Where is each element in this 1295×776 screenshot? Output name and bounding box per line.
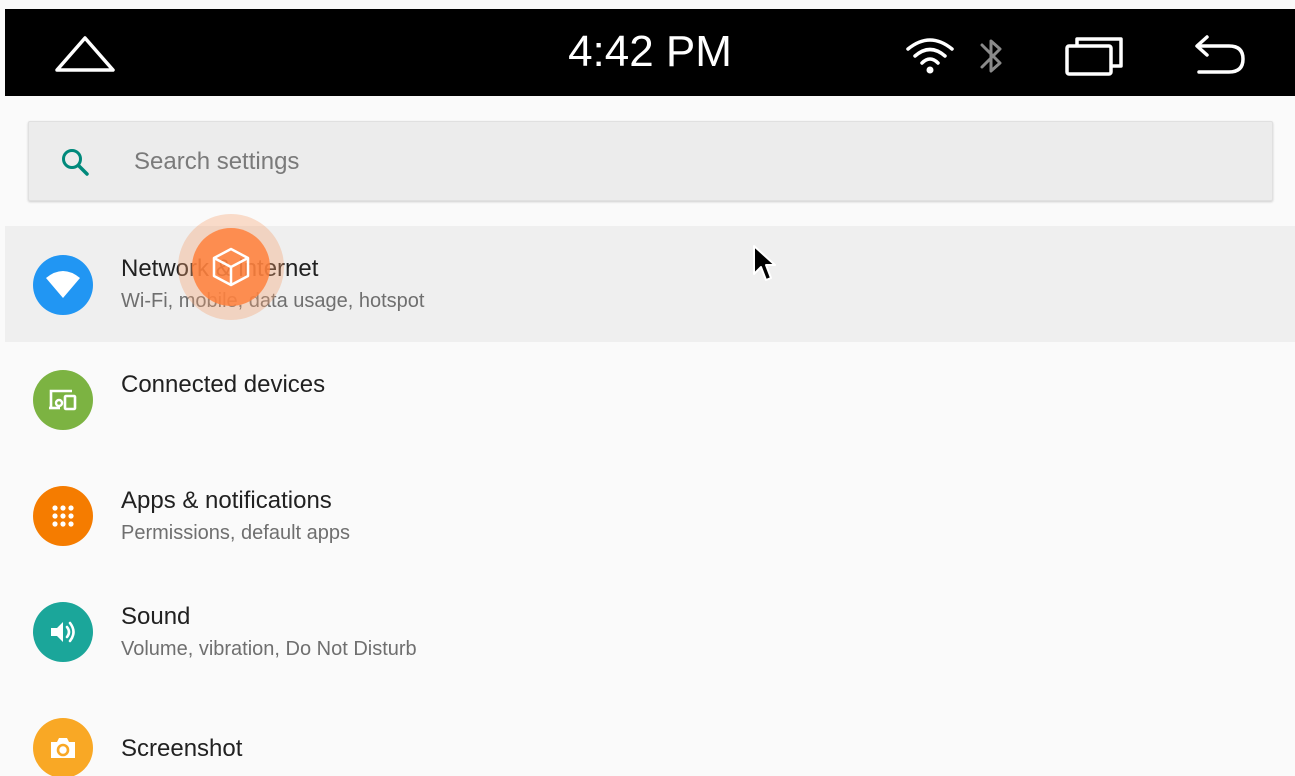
mouse-cursor-icon [753,245,776,281]
network-icon-badge [33,255,93,315]
wifi-status [900,31,960,81]
devices-icon-badge [33,370,93,430]
devices-icon [49,389,77,411]
settings-item-apps[interactable]: Apps & notifications Permissions, defaul… [5,458,1295,574]
wifi-icon [46,271,80,298]
settings-item-title: Connected devices [121,371,326,398]
bluetooth-status [970,31,1014,81]
status-bar: 4:42 PM [5,9,1295,96]
bluetooth-icon [980,39,1002,73]
settings-item-subtitle: Volume, vibration, Do Not Disturb [121,638,417,660]
wifi-icon [906,38,954,74]
search-input[interactable] [134,140,1134,184]
volume-icon [51,621,75,643]
settings-item-connected-devices[interactable]: Connected devices [5,342,1295,458]
home-button[interactable] [50,29,120,79]
settings-item-subtitle: Permissions, default apps [121,522,351,544]
recents-icon [1065,37,1123,76]
settings-item-title: Apps & notifications [121,487,332,514]
screenshot-icon-badge [33,718,93,776]
back-icon [1195,35,1245,74]
apps-grid-icon [52,505,74,527]
settings-item-screenshot[interactable]: Screenshot [5,690,1295,776]
cube-icon [212,247,250,287]
settings-item-sound[interactable]: Sound Volume, vibration, Do Not Disturb [5,574,1295,690]
camera-icon [51,738,75,758]
settings-item-title: Sound [121,603,191,630]
back-button[interactable] [1185,29,1253,85]
touch-indicator [192,228,270,306]
search-bar[interactable] [28,121,1273,201]
status-clock: 4:42 PM [568,27,732,76]
home-icon [55,36,115,72]
settings-item-title: Screenshot [121,735,243,762]
apps-icon-badge [33,486,93,546]
sound-icon-badge [33,602,93,662]
recents-button[interactable] [1055,29,1133,85]
search-icon [62,149,89,176]
